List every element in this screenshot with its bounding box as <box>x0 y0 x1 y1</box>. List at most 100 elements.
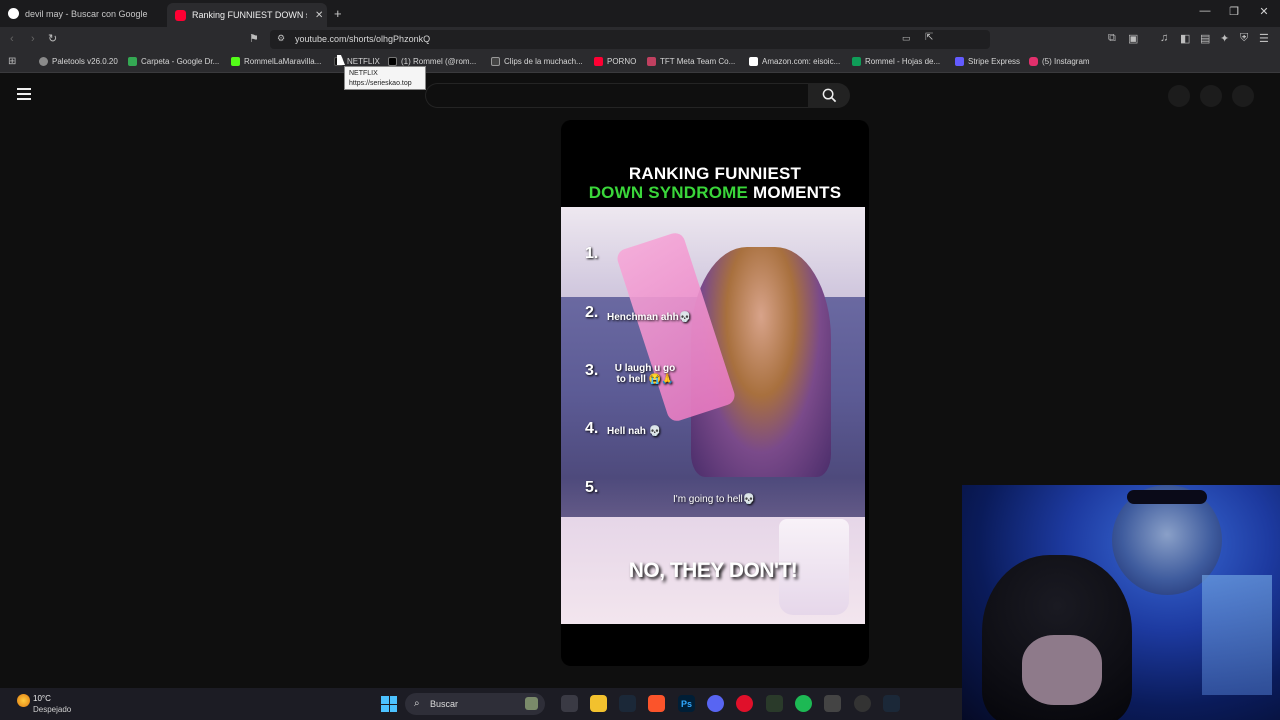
reload-icon[interactable]: ↻ <box>48 32 57 45</box>
back-icon[interactable]: ‹ <box>10 33 14 45</box>
apps-grid-icon[interactable]: ⊞ <box>8 56 16 67</box>
rank-caption: U laugh u go <box>614 363 676 374</box>
bookmark-item[interactable]: (1) Rommel (@rom... <box>388 57 476 66</box>
rank-number: 5. <box>585 479 599 496</box>
instagram-icon <box>1029 57 1038 66</box>
app-icon[interactable] <box>824 695 841 712</box>
opera-gx-icon[interactable] <box>736 695 753 712</box>
google-drive-icon <box>128 57 137 66</box>
vpn-icon[interactable]: ⛨ <box>1240 32 1248 45</box>
browser-tab-strip: devil may - Buscar con Google Ranking FU… <box>0 0 1280 27</box>
app-icon[interactable] <box>854 695 871 712</box>
stripe-icon <box>955 57 964 66</box>
person-face <box>1022 635 1102 705</box>
search-button[interactable] <box>808 83 850 108</box>
bookmark-icon[interactable]: ⚑ <box>249 32 259 45</box>
app-icon[interactable] <box>766 695 783 712</box>
webcam-overlay <box>962 485 1280 720</box>
windows-start-icon[interactable] <box>381 696 397 712</box>
bookmark-item[interactable]: PORNO <box>594 57 636 66</box>
short-title-line1: RANKING FUNNIEST <box>628 164 802 183</box>
sidebar-icon[interactable]: ◧ <box>1180 32 1190 45</box>
bookmark-tooltip: NETFLIX https://serieskao.top <box>344 66 426 90</box>
media-icon[interactable]: ♫ <box>1160 32 1168 44</box>
bookmark-item[interactable]: Clips de la muchach... <box>491 57 583 66</box>
rank-caption: Henchman ahh💀 <box>607 312 692 323</box>
forward-icon[interactable]: › <box>31 33 35 45</box>
tab-google-search[interactable]: devil may - Buscar con Google <box>0 4 165 23</box>
address-bar[interactable]: ⚙ youtube.com/shorts/olhgPhzonkQ <box>270 30 990 49</box>
wall-decor <box>1202 575 1272 695</box>
rank-number: 4. <box>585 420 599 437</box>
search-icon <box>822 88 836 103</box>
bookmark-item[interactable]: Carpeta - Google Dr... <box>128 57 219 66</box>
rank-number: 3. <box>585 362 599 379</box>
weather-icon <box>17 694 30 707</box>
search-highlight-icon <box>525 697 538 710</box>
share-icon[interactable]: ⇱ <box>925 32 933 43</box>
short-title-line2: DOWN SYNDROME MOMENTS <box>561 183 869 203</box>
notion-icon <box>491 57 500 66</box>
rank-caption: I'm going to hell💀 <box>673 494 756 505</box>
notifications-icon[interactable] <box>1200 85 1222 107</box>
brave-icon[interactable] <box>648 695 665 712</box>
wallet-icon[interactable]: ▣ <box>1128 32 1138 45</box>
search-input[interactable] <box>425 83 808 108</box>
extensions-icon[interactable]: ⧉ <box>1108 32 1116 45</box>
steam-icon[interactable] <box>883 695 900 712</box>
create-icon[interactable] <box>1168 85 1190 107</box>
restore-icon[interactable]: ❐ <box>1219 5 1249 18</box>
discord-icon[interactable] <box>707 695 724 712</box>
bookmark-item[interactable]: TFT Meta Team Co... <box>647 57 735 66</box>
file-explorer-icon[interactable] <box>590 695 607 712</box>
youtube-icon <box>175 9 186 21</box>
x-icon <box>388 57 397 66</box>
spotify-icon[interactable] <box>795 695 812 712</box>
tab-title: Ranking FUNNIEST DOWN syndr <box>192 10 307 20</box>
bookmark-item[interactable]: RommelLaMaravilla... <box>231 57 321 66</box>
close-tab-icon[interactable]: ✕ <box>315 10 323 21</box>
close-window-icon[interactable]: ✕ <box>1249 5 1279 18</box>
weather-desc: Despejado <box>33 705 72 714</box>
browser-toolbar: ‹ › ↻ ⚑ ⚙ youtube.com/shorts/olhgPhzonkQ… <box>0 27 1280 71</box>
steam-icon[interactable] <box>619 695 636 712</box>
menu-icon[interactable]: ☰ <box>1259 32 1269 45</box>
bookmark-item[interactable]: Paletools v26.0.20 <box>39 57 118 66</box>
hamburger-menu-icon[interactable] <box>17 88 31 100</box>
new-tab-button[interactable]: + <box>334 4 350 23</box>
taskbar-search-input[interactable]: ⌕ Buscar <box>405 693 545 715</box>
tooltip-title: NETFLIX <box>349 70 378 77</box>
bookmark-item[interactable]: Amazon.com: eisoic... <box>749 57 840 66</box>
google-sheets-icon <box>852 57 861 66</box>
amazon-icon <box>749 57 758 66</box>
bookmarks-bar: ⊞ Paletools v26.0.20 Carpeta - Google Dr… <box>0 52 1280 73</box>
tooltip-url: https://serieskao.top <box>349 80 412 87</box>
windows-taskbar: 10°C Despejado ⌕ Buscar Ps <box>0 688 962 720</box>
bookmark-item[interactable]: Rommel - Hojas de... <box>852 57 940 66</box>
url-text: youtube.com/shorts/olhgPhzonkQ <box>295 34 431 44</box>
bookmark-item[interactable]: (5) Instagram <box>1029 57 1090 66</box>
kick-icon <box>231 57 240 66</box>
rank-number: 1. <box>585 245 599 262</box>
minimize-icon[interactable]: — <box>1190 5 1220 17</box>
photoshop-icon[interactable]: Ps <box>678 695 695 712</box>
rank-number: 2. <box>585 304 599 321</box>
tft-icon <box>647 57 656 66</box>
site-info-icon[interactable]: ⚙ <box>277 33 285 44</box>
rank-caption: Hell nah 💀 <box>607 426 662 437</box>
youtube-icon <box>594 57 603 66</box>
short-video-player[interactable]: RANKING FUNNIEST DOWN SYNDROME MOMENTS 1… <box>561 120 869 666</box>
video-frame[interactable]: 1. 2. Henchman ahh💀 3. U laugh u go to h… <box>561 207 865 624</box>
cast-icon[interactable]: ▭ <box>902 33 911 44</box>
leo-ai-icon[interactable]: ✦ <box>1220 32 1229 45</box>
short-title-rest: MOMENTS <box>748 183 842 202</box>
task-view-icon[interactable] <box>561 695 578 712</box>
avatar[interactable] <box>1232 85 1254 107</box>
wallet-card-icon[interactable]: ▤ <box>1200 32 1210 45</box>
rank-caption: to hell 😭🙏 <box>616 374 674 385</box>
bookmark-item[interactable]: Stripe Express <box>955 57 1020 66</box>
weather-temp: 10°C <box>33 694 51 703</box>
tab-title: devil may - Buscar con Google <box>25 8 148 19</box>
tab-youtube-short[interactable]: Ranking FUNNIEST DOWN syndr ✕ <box>167 3 327 27</box>
video-subtitle: NO, THEY DON'T! <box>628 559 798 582</box>
